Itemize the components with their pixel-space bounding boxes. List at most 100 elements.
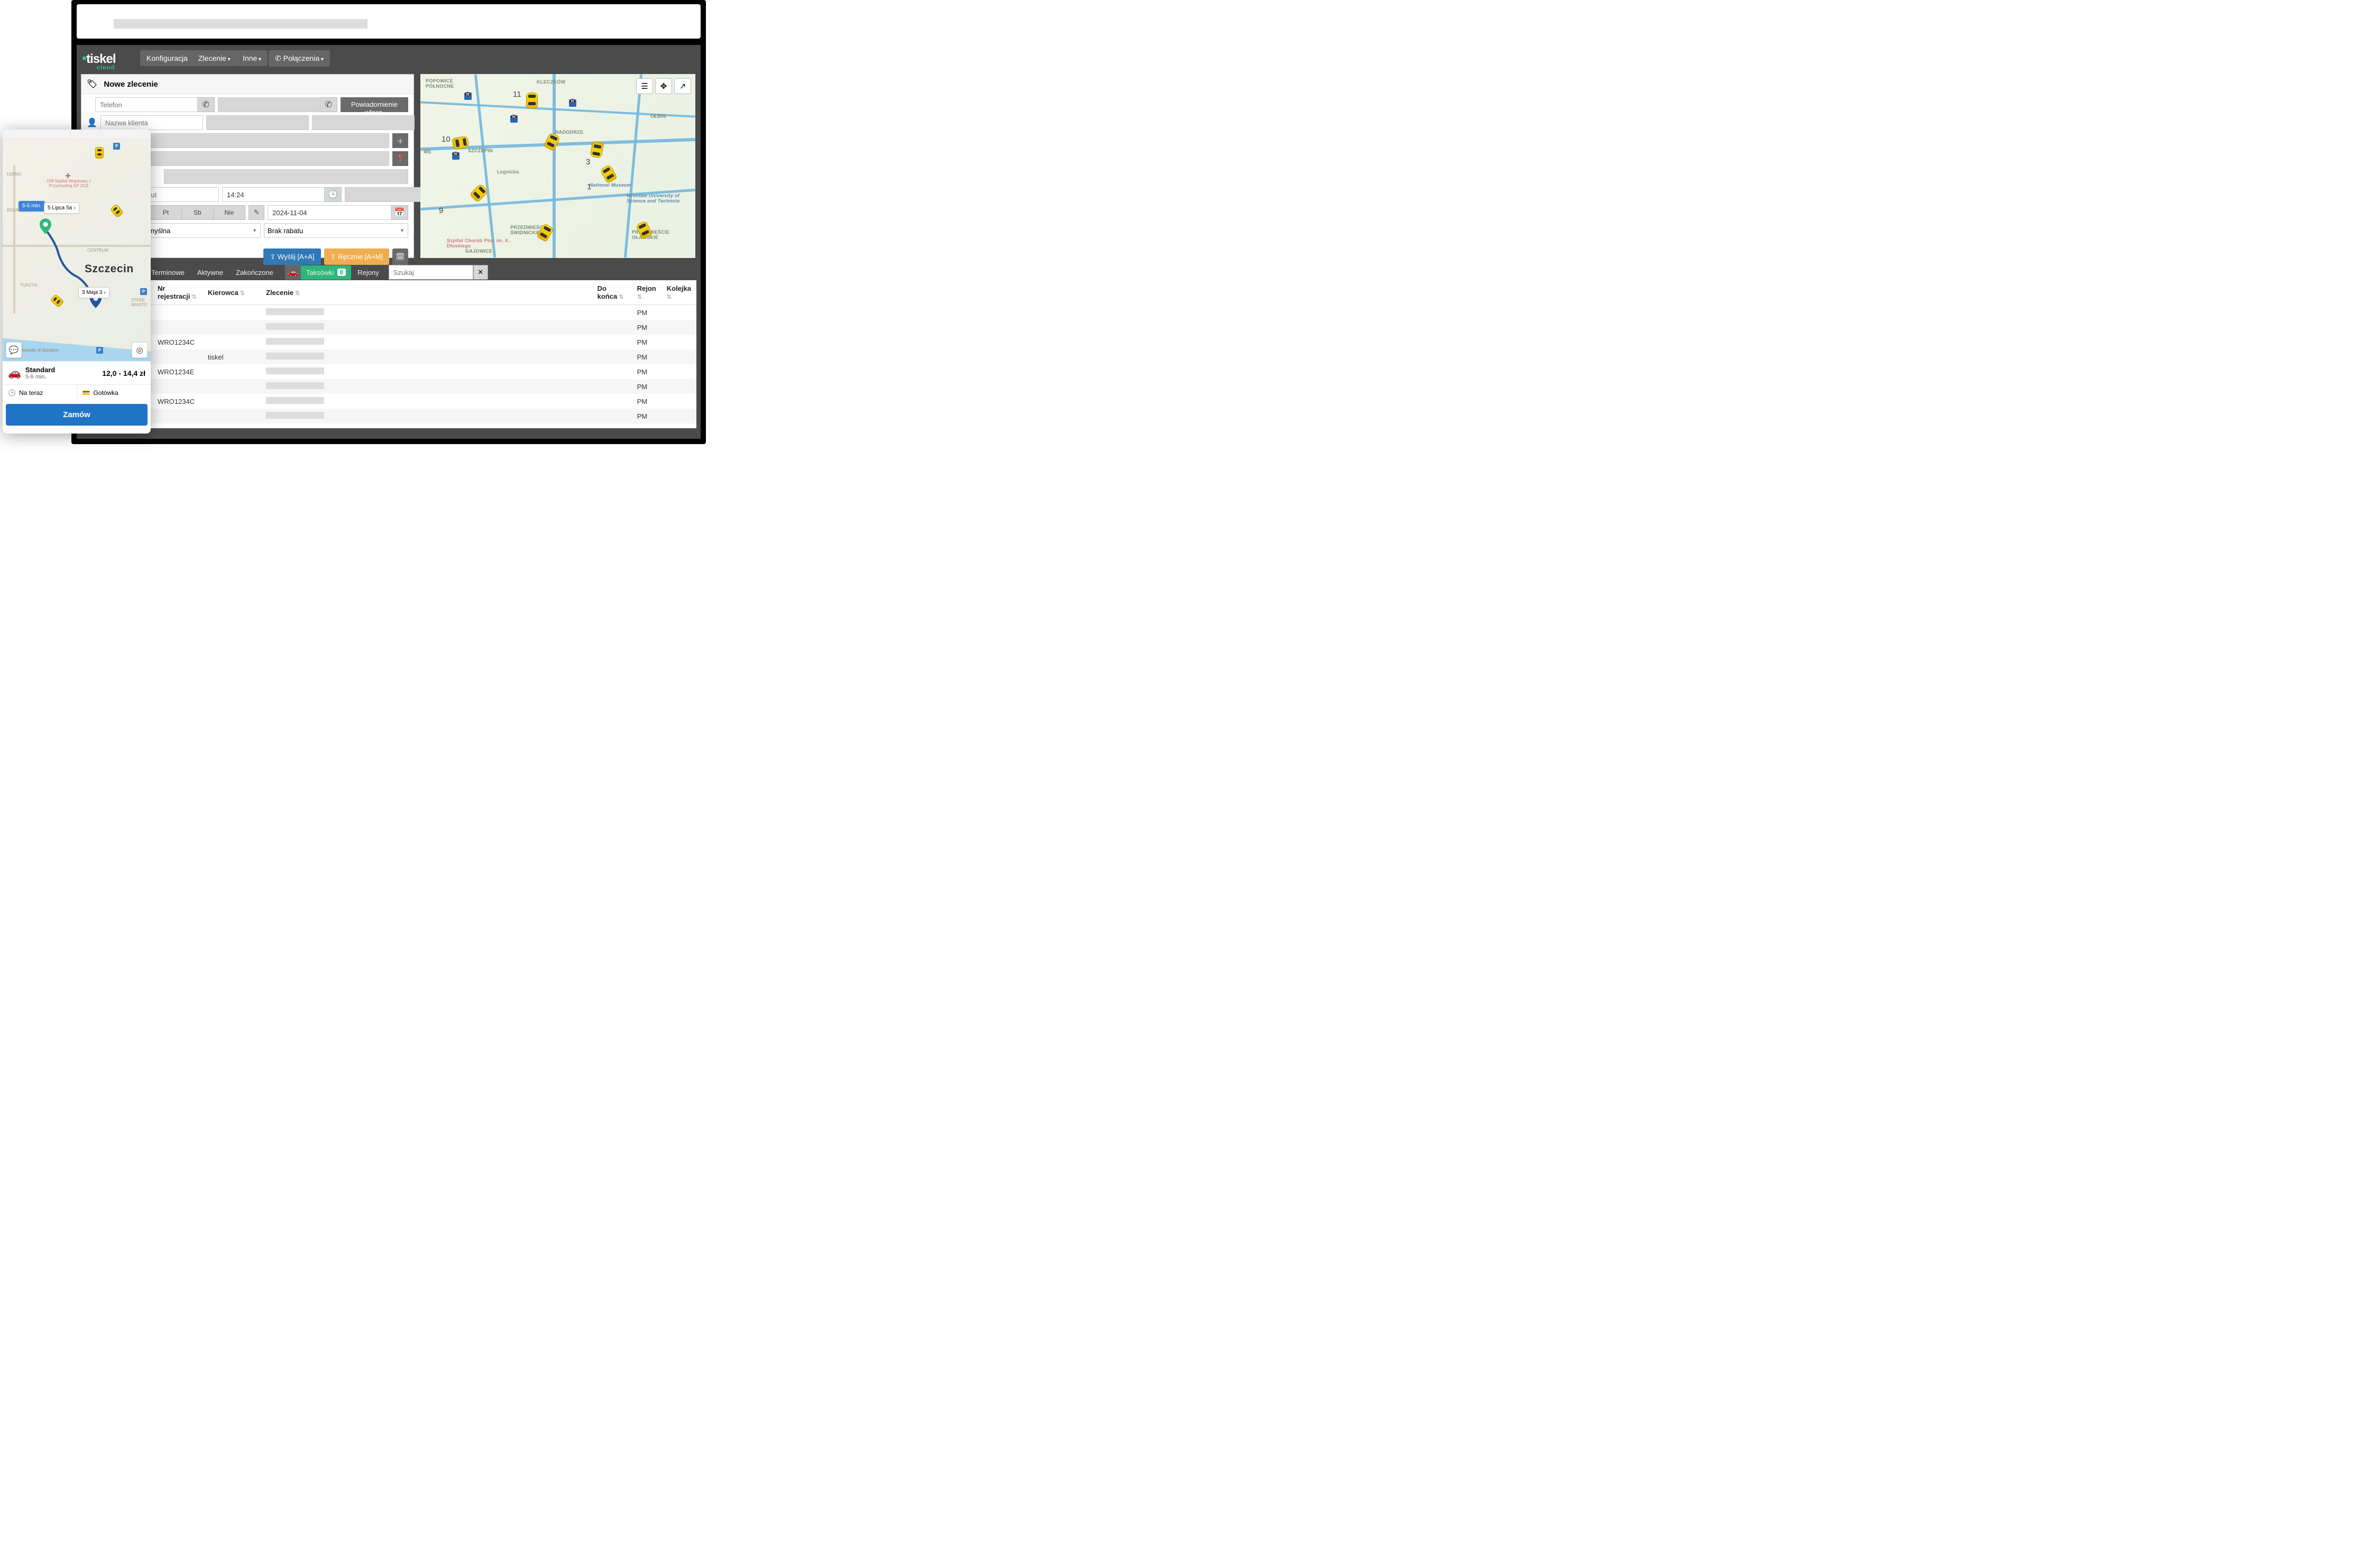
weekday-pt-button[interactable]: Pt bbox=[150, 205, 182, 220]
client-field-2[interactable] bbox=[206, 115, 309, 130]
destination-address-chip[interactable]: 3 Maja 3 › bbox=[78, 287, 109, 298]
tab-aktywne[interactable]: Aktywne bbox=[191, 265, 229, 280]
nav-zlecenie-button[interactable]: Zlecenie bbox=[192, 50, 237, 66]
taxi-marker[interactable] bbox=[600, 164, 618, 184]
tag-icon: 🏷 bbox=[87, 79, 97, 89]
sort-icon[interactable] bbox=[637, 292, 642, 300]
phone-icon[interactable]: ✆ bbox=[320, 97, 337, 112]
tab-terminowe[interactable]: Terminowe bbox=[145, 265, 191, 280]
table-row[interactable]: neo GtPM bbox=[81, 409, 696, 423]
nav-inne-button[interactable]: Inne bbox=[236, 50, 268, 66]
tab-taksowki[interactable]: Taksówki 8 bbox=[301, 265, 351, 280]
poi-national-museum: National Museum bbox=[590, 182, 631, 188]
order-date-input[interactable] bbox=[268, 205, 391, 220]
cell-dokonca bbox=[592, 320, 632, 335]
table-row[interactable]: A4 Czarny 2024tiskelPM bbox=[81, 349, 696, 364]
phone-input[interactable] bbox=[95, 97, 198, 112]
col-zlecenie[interactable]: Zlecenie bbox=[266, 289, 293, 297]
col-nr[interactable]: Nr rejestracji bbox=[158, 284, 190, 300]
map-popout-button[interactable]: ↗ bbox=[674, 78, 691, 94]
district-label: CENTRUM bbox=[87, 248, 108, 253]
col-rejon[interactable]: Rejon bbox=[637, 284, 656, 292]
browser-frame: •tiskel cloud Konfiguracja Zlecenie Inne… bbox=[71, 0, 706, 444]
cell-driver bbox=[203, 394, 261, 409]
table-row[interactable]: aPM bbox=[81, 320, 696, 335]
cell-driver bbox=[203, 305, 261, 320]
fleet-search-input[interactable] bbox=[389, 265, 473, 280]
district-label: KLECZKÓW bbox=[537, 79, 565, 85]
car-icon: 🚗 bbox=[288, 267, 298, 278]
sort-icon[interactable] bbox=[293, 289, 300, 297]
sort-icon[interactable] bbox=[617, 292, 623, 300]
sort-icon[interactable] bbox=[190, 292, 196, 300]
payment-option-button[interactable]: 💳 Gotówka bbox=[77, 385, 151, 401]
brand-logo: •tiskel cloud bbox=[82, 50, 115, 71]
table-row[interactable]: Żółty 2023WRO1234EPM bbox=[81, 364, 696, 379]
metro-icon bbox=[569, 99, 576, 107]
weekday-sb-button[interactable]: Sb bbox=[181, 205, 214, 220]
mobile-map[interactable]: P P P 5-6 min. 5 Lipca 5a › 3 Maja 3 › S… bbox=[3, 139, 151, 361]
sort-icon[interactable] bbox=[667, 292, 672, 300]
weekday-nie-button[interactable]: Nie bbox=[213, 205, 245, 220]
cell-zlecenie bbox=[261, 320, 592, 335]
search-clear-button[interactable]: ✕ bbox=[473, 265, 488, 280]
notify-toggle-button[interactable]: Powiadomienie włącz. bbox=[341, 97, 408, 112]
cell-nr bbox=[152, 409, 203, 423]
col-kolejka[interactable]: Kolejka bbox=[667, 284, 691, 292]
taxi-marker[interactable] bbox=[544, 132, 561, 151]
table-row[interactable]: raWRO1234CPM bbox=[81, 335, 696, 349]
add-waypoint-button[interactable]: ＋ bbox=[392, 133, 408, 148]
cell-nr bbox=[152, 349, 203, 364]
cell-zlecenie bbox=[261, 335, 592, 349]
calendar-icon[interactable]: 📅 bbox=[391, 205, 408, 220]
taxi-marker[interactable] bbox=[590, 141, 604, 158]
list-icon: ☰ bbox=[641, 81, 648, 91]
time-input[interactable] bbox=[222, 187, 325, 202]
col-kierowca[interactable]: Kierowca bbox=[208, 289, 238, 297]
crosshair-icon: ◎ bbox=[136, 345, 143, 355]
manual-order-button[interactable]: ⇪ Ręcznie [A+M] bbox=[324, 248, 389, 265]
passengers-input[interactable] bbox=[164, 169, 408, 184]
phone-secondary-input[interactable] bbox=[218, 97, 320, 112]
zone-number: 1 bbox=[587, 182, 591, 191]
mobile-chat-button[interactable]: 💬 bbox=[6, 342, 22, 358]
calendar-button[interactable]: 🗓 bbox=[392, 248, 408, 265]
edit-schedule-button[interactable]: ✎ bbox=[249, 205, 264, 220]
table-row[interactable]: neo 145PM bbox=[81, 305, 696, 320]
cell-zlecenie bbox=[261, 349, 592, 364]
mobile-locate-button[interactable]: ◎ bbox=[132, 342, 148, 358]
nav-polaczenia-button[interactable]: ✆ Połączenia bbox=[269, 50, 330, 67]
tab-rejony[interactable]: Rejony bbox=[351, 265, 385, 280]
cell-rejon: PM bbox=[632, 409, 661, 423]
taxi-marker[interactable] bbox=[526, 93, 538, 108]
cell-rejon: PM bbox=[632, 335, 661, 349]
phone-icon[interactable]: ✆ bbox=[198, 97, 215, 112]
pin-location-button[interactable]: 📍 bbox=[392, 151, 408, 166]
order-cta-button[interactable]: Zamów bbox=[6, 404, 148, 426]
pickup-address-chip[interactable]: 5 Lipca 5a › bbox=[44, 202, 79, 214]
route-line bbox=[3, 139, 151, 361]
tab-vehicle-icon[interactable]: 🚗 bbox=[285, 265, 301, 280]
move-icon: ✥ bbox=[660, 81, 667, 91]
map-pan-button[interactable]: ✥ bbox=[655, 78, 672, 94]
time-option-button[interactable]: 🕒 Na teraz bbox=[3, 385, 77, 401]
client-field-3[interactable] bbox=[312, 115, 415, 130]
table-row[interactable]: saWRO1234CPM bbox=[81, 394, 696, 409]
clock-icon[interactable]: 🕒 bbox=[325, 187, 342, 202]
sort-icon[interactable] bbox=[238, 289, 245, 297]
client-name-input[interactable] bbox=[100, 115, 203, 130]
tab-zakonczone[interactable]: Zakończone bbox=[229, 265, 280, 280]
send-order-button[interactable]: ⇪ Wyślij [A+A] bbox=[263, 248, 320, 265]
map-list-button[interactable]: ☰ bbox=[636, 78, 653, 94]
fleet-map[interactable]: POPOWICE PÓŁNOCNE KLECZKÓW OŁBIN NADODRZ… bbox=[420, 74, 695, 258]
pin-icon: 📍 bbox=[396, 154, 405, 163]
discount-select[interactable]: Brak rabatu bbox=[264, 223, 408, 238]
cell-nr: WRO1234E bbox=[152, 364, 203, 379]
nav-konfiguracja-button[interactable]: Konfiguracja bbox=[140, 50, 194, 66]
table-row[interactable]: 7PM bbox=[81, 379, 696, 394]
person-icon: 👤 bbox=[87, 118, 97, 127]
col-dokonca[interactable]: Do końca bbox=[598, 284, 618, 300]
fare-summary-row[interactable]: 🚗 Standard 5-6 min. 12,0 - 14,4 zł bbox=[3, 361, 151, 384]
cell-zlecenie bbox=[261, 364, 592, 379]
cell-rejon: PM bbox=[632, 305, 661, 320]
